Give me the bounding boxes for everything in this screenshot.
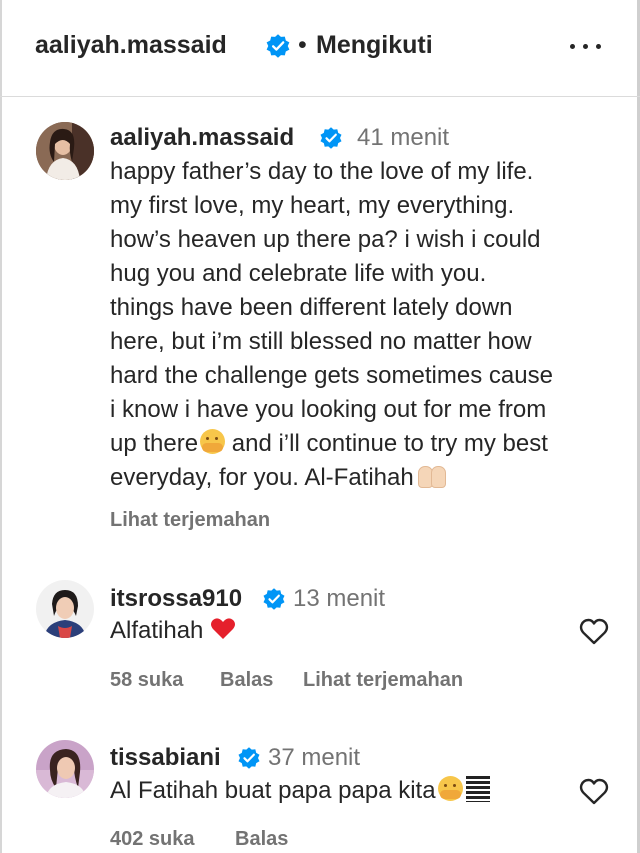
hugging-face-emoji-icon — [200, 429, 226, 454]
caption-line: hug you and celebrate life with you. — [110, 260, 487, 287]
caption-line: up there and i’ll continue to try my bes… — [110, 427, 548, 461]
verified-badge-icon — [263, 588, 285, 610]
hugging-face-emoji-icon — [437, 776, 463, 801]
comment-timestamp: 13 menit — [293, 585, 386, 612]
see-translation-link[interactable]: Lihat terjemahan — [110, 509, 270, 532]
reply-button[interactable]: Balas — [220, 669, 273, 692]
caption-text: up there — [110, 430, 199, 457]
caption-line: my first love, my heart, my everything. — [110, 192, 515, 219]
window-border-left — [0, 0, 2, 853]
like-count[interactable]: 402 suka — [110, 828, 195, 851]
caption-line: how’s heaven up there pa? i wish i could — [110, 226, 541, 253]
header-username[interactable]: aaliyah.massaid — [35, 31, 227, 60]
avatar-aaliyah[interactable] — [36, 122, 94, 180]
post-timestamp: 41 menit — [357, 124, 450, 151]
following-button[interactable]: Mengikuti — [316, 31, 433, 60]
like-heart-icon[interactable] — [579, 618, 609, 646]
comment-text: Al Fatihah buat papa papa kita — [110, 774, 490, 808]
caption-line: happy father’s day to the love of my lif… — [110, 158, 534, 185]
avatar-itsrossa910[interactable] — [36, 580, 94, 638]
caption-line: i know i have you looking out for me fro… — [110, 396, 547, 423]
comment-text-content: Al Fatihah buat papa papa kita — [110, 777, 436, 804]
comment-text-content: Alfatihah — [110, 617, 204, 644]
caption-line: hard the challenge gets sometimes cause — [110, 362, 553, 389]
comment-username[interactable]: tissabiani — [110, 744, 221, 772]
verified-badge-icon — [266, 34, 290, 58]
caption-text: and i’ll continue to try my best — [225, 430, 548, 457]
more-options-icon[interactable] — [568, 36, 604, 56]
like-heart-icon[interactable] — [579, 778, 609, 806]
comment-timestamp: 37 menit — [268, 744, 361, 771]
reply-button[interactable]: Balas — [235, 828, 288, 851]
post-username[interactable]: aaliyah.massaid — [110, 124, 294, 152]
verified-badge-icon — [238, 747, 260, 769]
caption-line: everyday, for you. Al-Fatihah — [110, 461, 446, 495]
red-heart-emoji-icon — [211, 618, 236, 639]
see-translation-link[interactable]: Lihat terjemahan — [303, 669, 463, 692]
like-count[interactable]: 58 suka — [110, 669, 183, 692]
comment-username[interactable]: itsrossa910 — [110, 585, 242, 613]
black-white-stripes-emoji-icon — [465, 776, 490, 802]
separator-dot: • — [298, 31, 307, 59]
post-header: aaliyah.massaid • Mengikuti — [0, 0, 640, 97]
avatar-tissabiani[interactable] — [36, 740, 94, 798]
caption-line: here, but i’m still blessed no matter ho… — [110, 328, 532, 355]
caption-line: things have been different lately down — [110, 294, 513, 321]
caption-text: everyday, for you. Al-Fatihah — [110, 464, 414, 491]
open-hands-emoji-icon — [416, 464, 446, 488]
comment-text: Alfatihah — [110, 614, 236, 648]
verified-badge-icon — [320, 127, 342, 149]
